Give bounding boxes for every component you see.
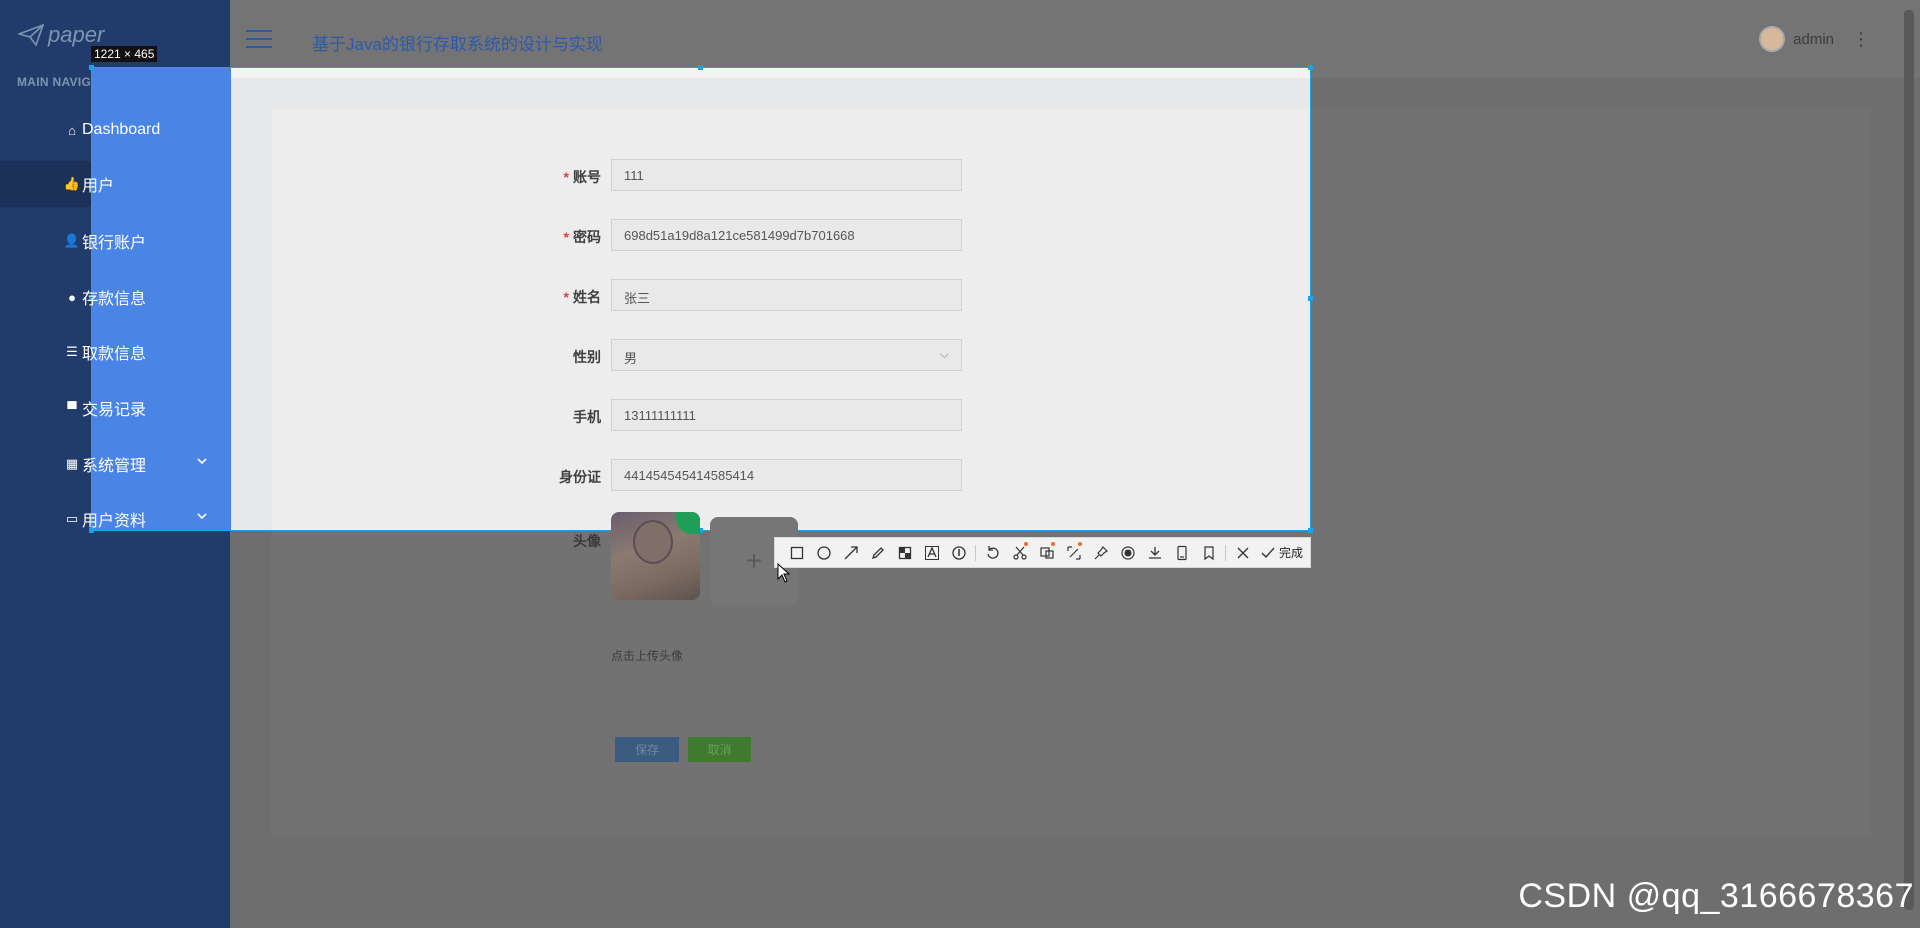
rectangle-tool[interactable]	[783, 539, 810, 566]
sidebar-item-label: Dashboard	[82, 121, 161, 138]
form-row-password: * 密码 698d51a19d8a121ce581499d7b701668	[0, 219, 1920, 251]
chevron-down-icon: ⌵	[939, 347, 949, 361]
pin-icon	[1094, 545, 1108, 559]
form-row-id-card: 身份证 441454545414585414	[0, 459, 1920, 491]
download-tool[interactable]	[1141, 539, 1168, 566]
mouse-cursor-icon	[777, 563, 791, 583]
avatar-label: 头像	[573, 533, 601, 549]
info-circle-icon	[951, 545, 966, 560]
ellipse-tool[interactable]	[810, 539, 837, 566]
plus-icon: +	[745, 545, 763, 576]
toolbar-divider	[975, 544, 976, 561]
number-marker-tool[interactable]	[945, 539, 972, 566]
capture-top-strip	[231, 68, 1310, 78]
download-icon	[1148, 546, 1161, 559]
phone-input[interactable]: 13111111111	[611, 399, 962, 431]
watermark: CSDN @qq_3166678367	[1518, 877, 1914, 915]
form-row-gender: 性别 男 ⌵	[0, 339, 1920, 371]
logo: paper	[18, 22, 104, 48]
text-icon	[924, 545, 939, 560]
phone-label: 手机	[573, 409, 601, 425]
kebab-menu-icon[interactable]: ⋮	[1852, 29, 1870, 50]
pen-tool[interactable]	[864, 539, 891, 566]
sidebar-item-dashboard[interactable]: ⌂ Dashboard	[0, 107, 230, 153]
bookmark-tool[interactable]	[1195, 539, 1222, 566]
record-icon	[1120, 545, 1135, 560]
bookmark-icon	[1203, 545, 1214, 560]
pin-tool[interactable]	[1087, 539, 1114, 566]
ocr-icon	[1039, 546, 1054, 559]
done-label: 完成	[1279, 546, 1304, 560]
pencil-icon	[871, 546, 884, 559]
toolbar-divider	[1225, 544, 1226, 561]
phone-icon	[1176, 545, 1187, 560]
password-input[interactable]: 698d51a19d8a121ce581499d7b701668	[611, 219, 962, 251]
check-icon	[1261, 547, 1275, 558]
capture-size-label: 1221 × 465	[91, 46, 158, 62]
upload-hint: 点击上传头像	[611, 649, 684, 663]
scissors-tool[interactable]	[1006, 539, 1033, 566]
mosaic-icon	[898, 546, 911, 559]
text-tool[interactable]	[918, 539, 945, 566]
logo-text: paper	[48, 22, 105, 47]
scissors-icon	[1012, 546, 1027, 560]
hamburger-menu-icon[interactable]	[246, 30, 272, 54]
arrow-icon	[844, 545, 858, 559]
circle-icon	[816, 545, 831, 560]
gender-selected-value: 男	[624, 351, 638, 366]
form-row-name: * 姓名 张三	[0, 279, 1920, 311]
resize-handle[interactable]	[698, 65, 703, 70]
undo-tool[interactable]	[979, 539, 1006, 566]
close-icon	[1237, 547, 1248, 558]
form-row-account: * 账号 111	[0, 159, 1920, 191]
password-label: * 密码	[563, 229, 601, 245]
sidebar-item-profile[interactable]: ▭ 用户资料	[0, 496, 230, 542]
save-device-tool[interactable]	[1168, 539, 1195, 566]
id-card-icon: ▭	[65, 511, 79, 526]
gender-label: 性别	[573, 349, 601, 365]
name-input[interactable]: 张三	[611, 279, 962, 311]
form-row-phone: 手机 13111111111	[0, 399, 1920, 431]
home-icon: ⌂	[68, 122, 76, 138]
cancel-button[interactable]: 取消	[688, 737, 751, 762]
name-label: * 姓名	[563, 289, 601, 305]
mosaic-tool[interactable]	[891, 539, 918, 566]
resize-handle[interactable]	[89, 65, 94, 70]
translate-tool[interactable]	[1060, 539, 1087, 566]
account-label: * 账号	[563, 169, 601, 185]
id-card-input[interactable]: 441454545414585414	[611, 459, 962, 491]
resize-handle[interactable]	[1308, 528, 1313, 533]
sidebar-item-label: 用户资料	[82, 513, 147, 530]
close-capture-button[interactable]	[1229, 539, 1256, 566]
save-button[interactable]: 保存	[615, 737, 679, 762]
undo-icon	[986, 545, 999, 559]
user-menu[interactable]: admin ⋮	[1759, 26, 1870, 52]
record-tool[interactable]	[1114, 539, 1141, 566]
arrow-tool[interactable]	[837, 539, 864, 566]
user-avatar[interactable]	[1759, 26, 1786, 52]
avatar-image[interactable]	[611, 512, 700, 600]
resize-handle[interactable]	[1308, 65, 1313, 70]
capture-toolbar: 完成	[774, 537, 1311, 568]
done-button[interactable]: 完成	[1260, 544, 1303, 561]
paper-plane-icon	[18, 24, 44, 46]
app-title: 基于Java的银行存取系统的设计与实现	[312, 35, 603, 54]
chevron-down-icon	[197, 513, 207, 520]
id-card-label: 身份证	[559, 469, 601, 485]
ocr-tool[interactable]	[1033, 539, 1060, 566]
user-name[interactable]: admin	[1793, 31, 1834, 48]
account-input[interactable]: 111	[611, 159, 962, 191]
gender-select[interactable]: 男 ⌵	[611, 339, 962, 371]
translate-icon	[1066, 545, 1081, 560]
rectangle-icon	[790, 546, 803, 559]
